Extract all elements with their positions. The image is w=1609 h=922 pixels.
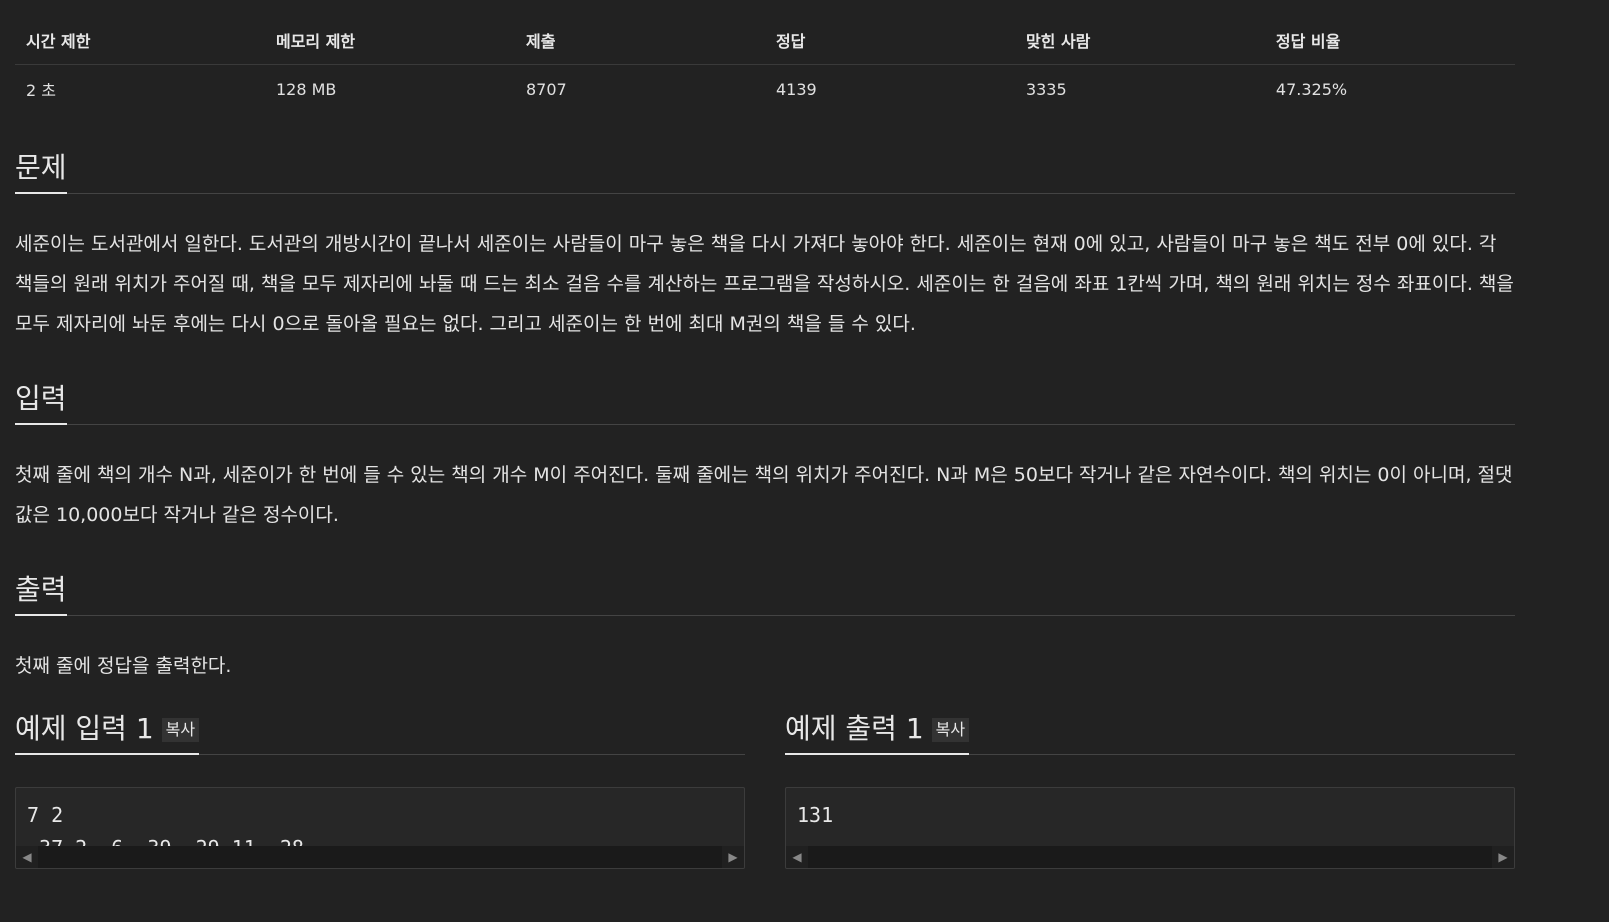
scroll-right-icon[interactable]: ▶ xyxy=(722,846,744,868)
scroll-right-icon[interactable]: ▶ xyxy=(1492,846,1514,868)
stats-submissions: 8707 xyxy=(525,79,567,99)
scroll-thumb[interactable] xyxy=(808,846,1492,868)
sample-input-header: 예제 입력 1 복사 xyxy=(15,708,745,755)
sample-input-title: 예제 입력 1 xyxy=(15,712,154,745)
output-section-header: 출력 xyxy=(15,569,1515,616)
stats-accepted: 4139 xyxy=(775,79,817,99)
stats-header-solved-users: 맞힌 사람 xyxy=(1014,18,1265,65)
problem-section: 문제 세준이는 도서관에서 일한다. 도서관의 개방시간이 끝나서 세준이는 사… xyxy=(15,147,1515,344)
stats-header-memory-limit: 메모리 제한 xyxy=(264,18,515,65)
samples-row: 예제 입력 1 복사 7 2 -37 2 -6 -39 -29 11 -28 ◀ … xyxy=(15,708,1515,869)
sample-input-box: 7 2 -37 2 -6 -39 -29 11 -28 ◀ ▶ xyxy=(15,787,745,869)
problem-section-title: 문제 xyxy=(15,154,67,194)
problem-description: 세준이는 도서관에서 일한다. 도서관의 개방시간이 끝나서 세준이는 사람들이… xyxy=(15,233,1514,335)
stats-accept-ratio: 47.325% xyxy=(1275,79,1348,99)
sample-output-title-wrap: 예제 출력 1 복사 xyxy=(785,712,970,755)
problem-stats-table: 시간 제한 메모리 제한 제출 정답 맞힌 사람 정답 비율 2 초 128 M… xyxy=(15,18,1515,113)
output-section-title: 출력 xyxy=(15,576,67,616)
output-section: 출력 첫째 줄에 정답을 출력한다. xyxy=(15,569,1515,686)
sample-input-scrollbar[interactable]: ◀ ▶ xyxy=(16,846,744,868)
problem-page: 시간 제한 메모리 제한 제출 정답 맞힌 사람 정답 비율 2 초 128 M… xyxy=(0,0,1609,922)
sample-output-box: 131 ◀ ▶ xyxy=(785,787,1515,869)
output-description: 첫째 줄에 정답을 출력한다. xyxy=(15,655,232,677)
input-section: 입력 첫째 줄에 책의 개수 N과, 세준이가 한 번에 들 수 있는 책의 개… xyxy=(15,378,1515,535)
sample-output-scrollbar[interactable]: ◀ ▶ xyxy=(786,846,1514,868)
stats-header-accept-ratio: 정답 비율 xyxy=(1264,18,1515,65)
stats-header-time-limit: 시간 제한 xyxy=(15,18,265,65)
sample-input-copy-button[interactable]: 복사 xyxy=(161,718,200,742)
scroll-left-icon[interactable]: ◀ xyxy=(786,846,808,868)
input-description: 첫째 줄에 책의 개수 N과, 세준이가 한 번에 들 수 있는 책의 개수 M… xyxy=(15,464,1513,526)
stats-header-row: 시간 제한 메모리 제한 제출 정답 맞힌 사람 정답 비율 xyxy=(15,18,1515,65)
stats-header-submissions: 제출 xyxy=(514,18,765,65)
sample-input-title-wrap: 예제 입력 1 복사 xyxy=(15,712,200,755)
problem-content: 시간 제한 메모리 제한 제출 정답 맞힌 사람 정답 비율 2 초 128 M… xyxy=(15,0,1515,869)
scroll-thumb[interactable] xyxy=(38,846,722,868)
stats-solved-users: 3335 xyxy=(1025,79,1067,99)
input-section-header: 입력 xyxy=(15,378,1515,425)
sample-output-header: 예제 출력 1 복사 xyxy=(785,708,1515,755)
scroll-left-icon[interactable]: ◀ xyxy=(16,846,38,868)
stats-header-accepted: 정답 xyxy=(764,18,1015,65)
input-section-title: 입력 xyxy=(15,385,67,425)
sample-output-copy-button[interactable]: 복사 xyxy=(931,718,970,742)
stats-value-row: 2 초 128 MB 8707 4139 3335 47.325% xyxy=(15,65,1515,114)
problem-section-header: 문제 xyxy=(15,147,1515,194)
stats-memory-limit: 128 MB xyxy=(275,79,337,99)
sample-output-text: 131 xyxy=(797,803,834,827)
sample-input-section: 예제 입력 1 복사 7 2 -37 2 -6 -39 -29 11 -28 ◀ … xyxy=(15,708,745,869)
sample-output-section: 예제 출력 1 복사 131 ◀ ▶ xyxy=(785,708,1515,869)
sample-output-title: 예제 출력 1 xyxy=(785,712,924,745)
stats-time-limit: 2 초 xyxy=(26,81,56,100)
